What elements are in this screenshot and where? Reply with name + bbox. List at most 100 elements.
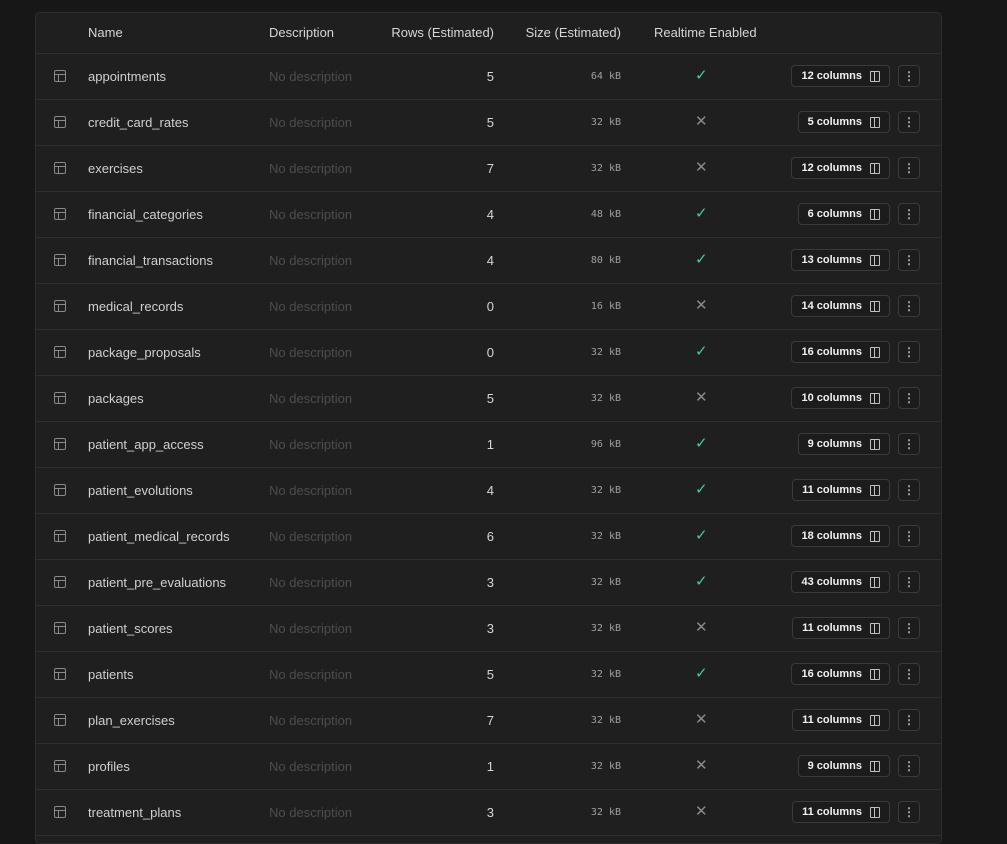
table-name[interactable]: financial_categories <box>88 207 203 222</box>
table-name[interactable]: credit_card_rates <box>88 115 188 130</box>
table-row[interactable]: patient_scores No description 3 32 kB ✕ … <box>36 606 941 652</box>
table-description: No description <box>269 713 353 728</box>
table-name[interactable]: patient_scores <box>88 621 173 636</box>
more-options-button[interactable]: ⋮ <box>898 341 920 363</box>
table-size: 80 kB <box>590 255 621 266</box>
table-row[interactable]: patient_app_access No description 1 96 k… <box>36 422 941 468</box>
table-row[interactable]: profiles No description 1 32 kB ✕ 9 colu… <box>36 744 941 790</box>
table-name[interactable]: patient_pre_evaluations <box>88 575 226 590</box>
table-row[interactable]: credit_card_rates No description 5 32 kB… <box>36 100 941 146</box>
table-name[interactable]: patient_app_access <box>88 437 204 452</box>
table-name[interactable]: plan_exercises <box>88 713 175 728</box>
table-name[interactable]: appointments <box>88 69 166 84</box>
table-name[interactable]: patient_medical_records <box>88 529 230 544</box>
columns-label: 13 columns <box>801 254 862 266</box>
table-icon <box>54 208 66 220</box>
row-count: 5 <box>486 69 494 84</box>
more-options-button[interactable]: ⋮ <box>898 387 920 409</box>
table-row[interactable]: financial_categories No description 4 48… <box>36 192 941 238</box>
columns-button[interactable]: 11 columns <box>792 617 890 639</box>
columns-button[interactable]: 14 columns <box>791 295 890 317</box>
check-icon: ✓ <box>695 665 708 682</box>
columns-icon <box>870 438 880 450</box>
more-options-button[interactable]: ⋮ <box>898 111 920 133</box>
table-name[interactable]: financial_transactions <box>88 253 213 268</box>
columns-label: 16 columns <box>801 668 862 680</box>
more-options-button[interactable]: ⋮ <box>898 571 920 593</box>
table-size: 32 kB <box>590 393 621 404</box>
table-row[interactable]: exercises No description 7 32 kB ✕ 12 co… <box>36 146 941 192</box>
table-name[interactable]: packages <box>88 391 144 406</box>
table-description: No description <box>269 299 353 314</box>
table-name[interactable]: patient_evolutions <box>88 483 193 498</box>
table-name[interactable]: profiles <box>88 759 130 774</box>
columns-button[interactable]: 11 columns <box>792 801 890 823</box>
table-row[interactable]: patient_evolutions No description 4 32 k… <box>36 468 941 514</box>
table-size: 32 kB <box>590 577 621 588</box>
table-row[interactable]: package_proposals No description 0 32 kB… <box>36 330 941 376</box>
table-name[interactable]: medical_records <box>88 299 183 314</box>
table-name[interactable]: patients <box>88 667 134 682</box>
table-icon <box>54 806 66 818</box>
columns-button[interactable]: 13 columns <box>791 249 890 271</box>
columns-button[interactable]: 10 columns <box>791 387 890 409</box>
more-options-button[interactable]: ⋮ <box>898 65 920 87</box>
table-icon <box>54 70 66 82</box>
table-name[interactable]: package_proposals <box>88 345 201 360</box>
columns-button[interactable]: 6 columns <box>797 203 890 225</box>
columns-button[interactable]: 43 columns <box>791 571 890 593</box>
columns-button[interactable]: 16 columns <box>791 663 890 685</box>
more-options-button[interactable]: ⋮ <box>898 801 920 823</box>
table-row[interactable]: medical_records No description 0 16 kB ✕… <box>36 284 941 330</box>
more-options-button[interactable]: ⋮ <box>898 433 920 455</box>
columns-label: 5 columns <box>807 116 862 128</box>
table-row[interactable]: treatment_plans No description 3 32 kB ✕… <box>36 790 941 836</box>
columns-icon <box>870 346 880 358</box>
columns-button[interactable]: 11 columns <box>792 709 890 731</box>
table-icon <box>54 162 66 174</box>
table-size: 48 kB <box>590 209 621 220</box>
table-row[interactable]: appointments No description 5 64 kB ✓ 12… <box>36 54 941 100</box>
more-options-button[interactable]: ⋮ <box>898 249 920 271</box>
row-count: 5 <box>486 115 494 130</box>
table-row[interactable]: patient_medical_records No description 6… <box>36 514 941 560</box>
more-options-button[interactable]: ⋮ <box>898 525 920 547</box>
columns-button[interactable]: 9 columns <box>797 755 890 777</box>
row-count: 4 <box>486 253 494 268</box>
table-size: 64 kB <box>590 71 621 82</box>
x-icon: ✕ <box>695 389 708 406</box>
more-options-button[interactable]: ⋮ <box>898 479 920 501</box>
columns-icon <box>870 208 880 220</box>
table-row[interactable]: financial_transactions No description 4 … <box>36 238 941 284</box>
more-options-button[interactable]: ⋮ <box>898 157 920 179</box>
more-options-button[interactable]: ⋮ <box>898 617 920 639</box>
table-icon <box>54 484 66 496</box>
more-options-button[interactable]: ⋮ <box>898 709 920 731</box>
row-count: 3 <box>486 575 494 590</box>
table-description: No description <box>269 207 353 222</box>
columns-button[interactable]: 16 columns <box>791 341 890 363</box>
more-options-button[interactable]: ⋮ <box>898 295 920 317</box>
more-options-button[interactable]: ⋮ <box>898 663 920 685</box>
table-row[interactable]: patient_pre_evaluations No description 3… <box>36 560 941 606</box>
columns-button[interactable]: 18 columns <box>791 525 890 547</box>
table-name[interactable]: exercises <box>88 161 143 176</box>
columns-button[interactable]: 5 columns <box>797 111 890 133</box>
more-options-button[interactable]: ⋮ <box>898 755 920 777</box>
table-description: No description <box>269 161 353 176</box>
table-row[interactable]: patients No description 5 32 kB ✓ 16 col… <box>36 652 941 698</box>
columns-icon <box>870 116 880 128</box>
columns-button[interactable]: 9 columns <box>797 433 890 455</box>
table-row[interactable]: packages No description 5 32 kB ✕ 10 col… <box>36 376 941 422</box>
table-name[interactable]: treatment_plans <box>88 805 181 820</box>
more-options-button[interactable]: ⋮ <box>898 203 920 225</box>
columns-button[interactable]: 12 columns <box>791 157 890 179</box>
table-icon <box>54 392 66 404</box>
columns-button[interactable]: 11 columns <box>792 479 890 501</box>
columns-button[interactable]: 12 columns <box>791 65 890 87</box>
table-icon <box>54 576 66 588</box>
columns-label: 11 columns <box>802 484 862 496</box>
table-row[interactable]: plan_exercises No description 7 32 kB ✕ … <box>36 698 941 744</box>
table-description: No description <box>269 437 353 452</box>
columns-icon <box>870 668 880 680</box>
